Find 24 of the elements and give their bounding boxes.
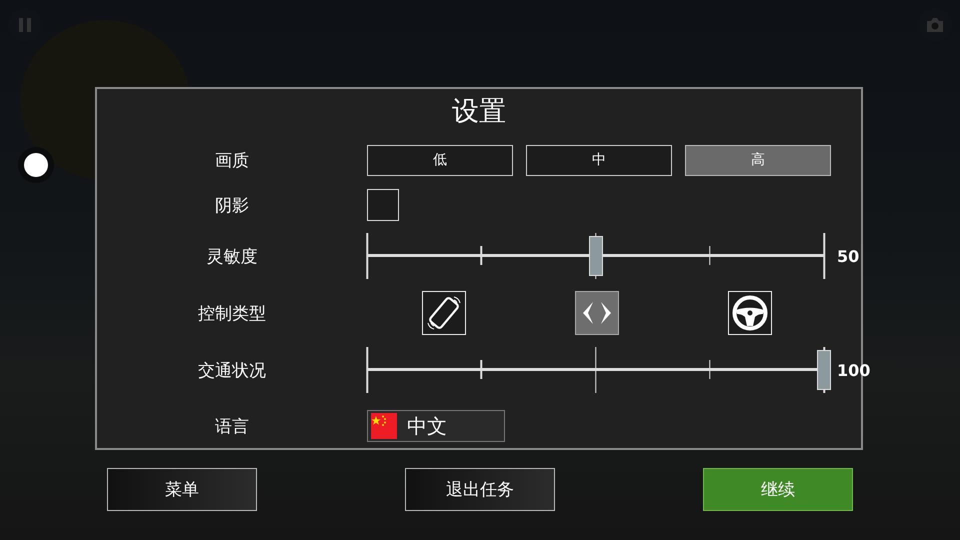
dialog-button[interactable]: 继续 bbox=[703, 468, 853, 511]
camera-icon bbox=[925, 16, 945, 34]
joystick-knob[interactable] bbox=[24, 153, 48, 177]
steering-wheel-icon bbox=[731, 294, 770, 332]
shadow-checkbox[interactable] bbox=[367, 189, 399, 221]
setting-label: 画质 bbox=[214, 150, 250, 172]
setting-label: 阴影 bbox=[214, 194, 250, 216]
setting-label: 灵敏度 bbox=[206, 246, 258, 268]
slider-thumb[interactable] bbox=[817, 350, 831, 390]
slider-thumb[interactable] bbox=[588, 236, 602, 276]
language-selector[interactable]: 中文 bbox=[367, 410, 505, 442]
setting-label: 语言 bbox=[214, 416, 250, 438]
slider-value: 100 bbox=[837, 360, 870, 380]
setting-label: 控制类型 bbox=[197, 302, 267, 324]
dialog-button[interactable]: 菜单 bbox=[107, 468, 257, 511]
tilting-phone-icon bbox=[424, 294, 463, 332]
dialog-title: 设置 bbox=[451, 95, 507, 129]
flag-icon bbox=[371, 413, 397, 439]
quality-option[interactable]: 中 bbox=[526, 144, 672, 176]
quality-option[interactable]: 高 bbox=[685, 144, 831, 176]
setting-label: 交通状况 bbox=[197, 360, 267, 382]
dialog-button[interactable]: 退出任务 bbox=[405, 468, 555, 511]
slider-value: 50 bbox=[837, 246, 860, 266]
quality-option[interactable]: 低 bbox=[367, 144, 513, 176]
